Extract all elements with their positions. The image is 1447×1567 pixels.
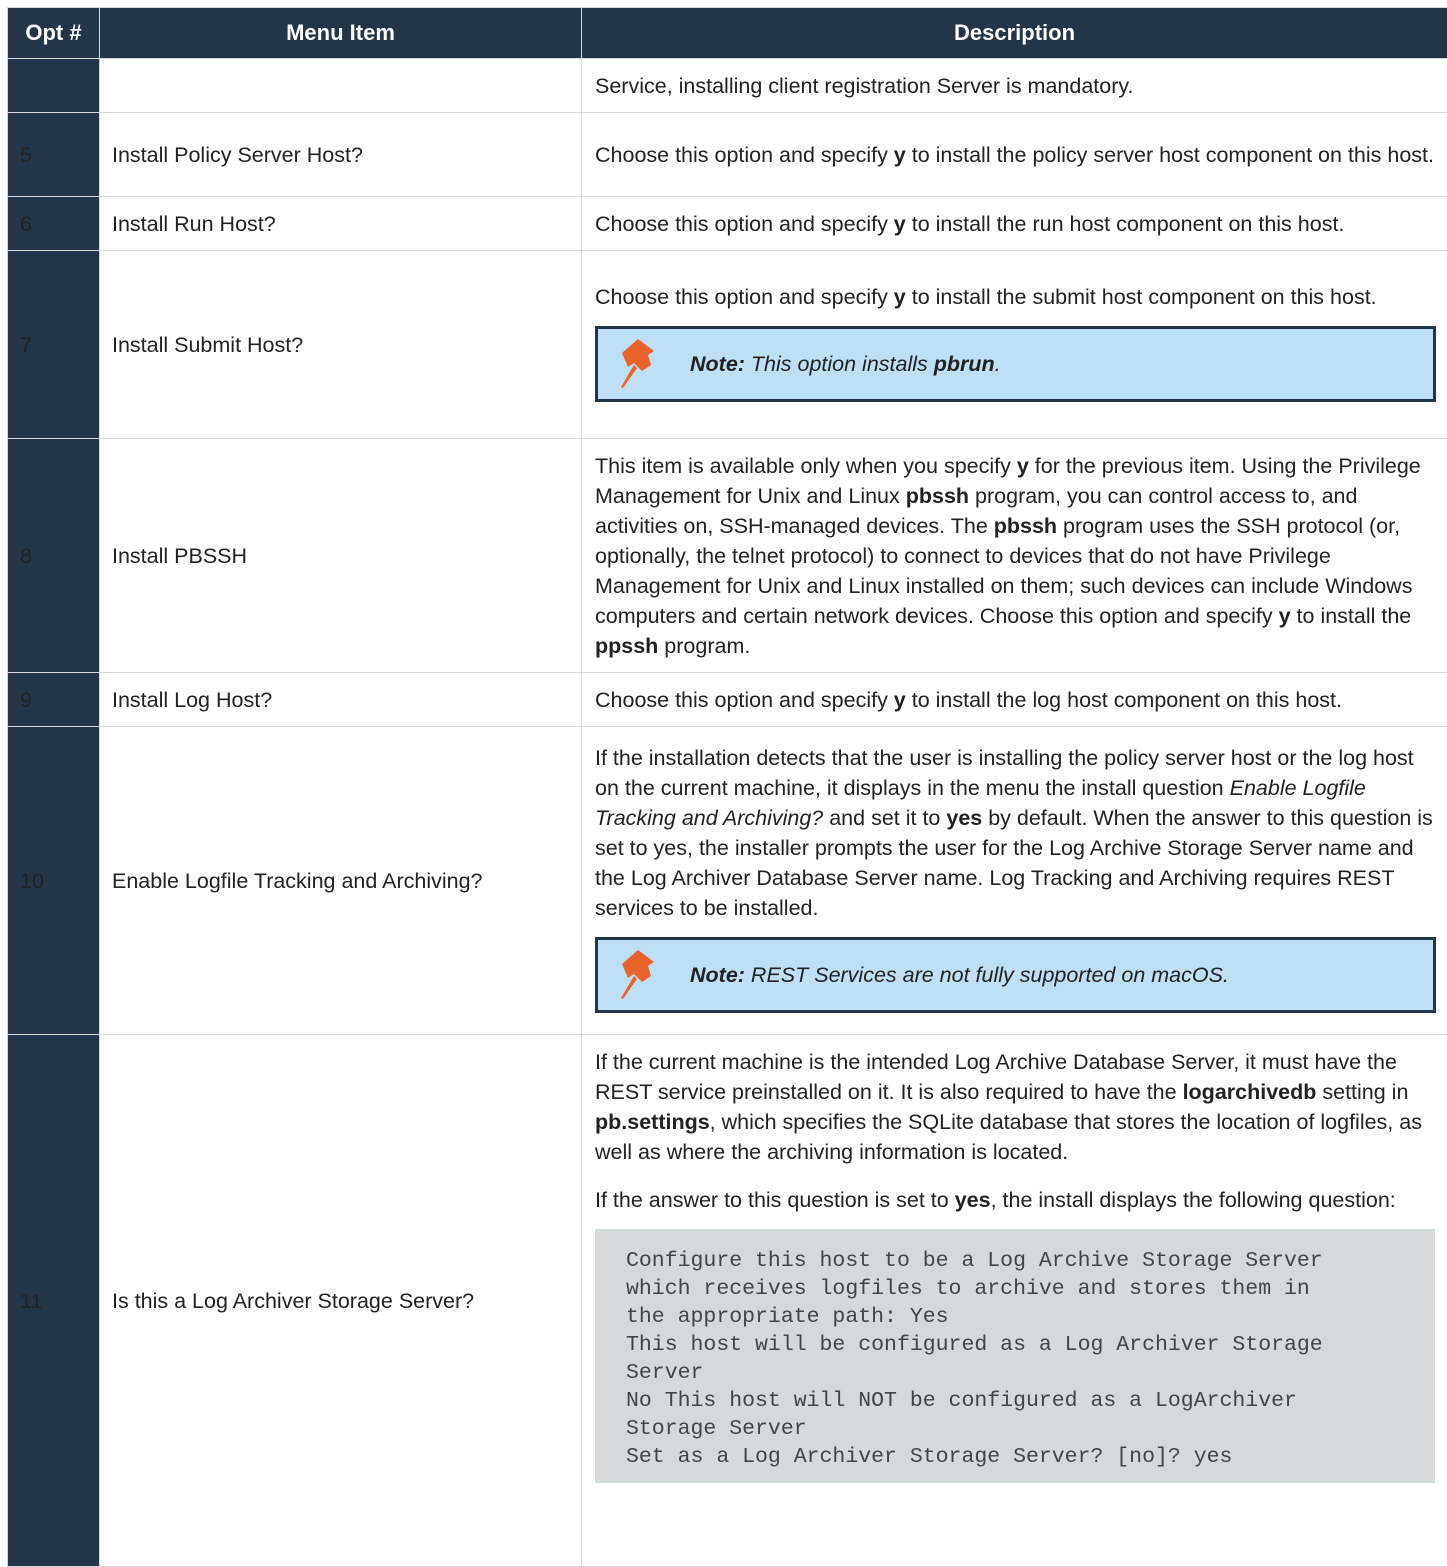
header-row: Opt # Menu Item Description [8, 8, 1447, 59]
table-row: 11 Is this a Log Archiver Storage Server… [8, 1035, 1447, 1567]
note-box: Note: This option installs pbrun. [595, 326, 1436, 402]
table-row: 9 Install Log Host? Choose this option a… [8, 673, 1447, 727]
table-row: 6 Install Run Host? Choose this option a… [8, 197, 1447, 251]
description: This item is available only when you spe… [582, 439, 1447, 673]
opt-number [8, 59, 100, 113]
header-opt: Opt # [8, 8, 100, 59]
description: Choose this option and specify y to inst… [582, 251, 1447, 439]
opt-number: 7 [8, 251, 100, 439]
menu-item: Install Submit Host? [100, 251, 582, 439]
table-row: Service, installing client registration … [8, 59, 1447, 113]
description: If the installation detects that the use… [582, 727, 1447, 1035]
menu-item: Install Policy Server Host? [100, 113, 582, 197]
menu-item: Install Log Host? [100, 673, 582, 727]
opt-number: 6 [8, 197, 100, 251]
menu-item [100, 59, 582, 113]
code-block: Configure this host to be a Log Archive … [595, 1229, 1435, 1483]
pushpin-icon [618, 334, 678, 394]
menu-item: Is this a Log Archiver Storage Server? [100, 1035, 582, 1567]
options-table: Opt # Menu Item Description Service, ins… [7, 7, 1447, 1567]
description: If the current machine is the intended L… [582, 1035, 1447, 1567]
header-menu-item: Menu Item [100, 8, 582, 59]
table-row: 8 Install PBSSH This item is available o… [8, 439, 1447, 673]
description: Choose this option and specify y to inst… [582, 113, 1447, 197]
description: Service, installing client registration … [582, 59, 1447, 113]
description: Choose this option and specify y to inst… [582, 673, 1447, 727]
opt-number: 8 [8, 439, 100, 673]
note-box: Note: REST Services are not fully suppor… [595, 937, 1436, 1013]
opt-number: 10 [8, 727, 100, 1035]
opt-number: 9 [8, 673, 100, 727]
table-row: 5 Install Policy Server Host? Choose thi… [8, 113, 1447, 197]
table-row: 7 Install Submit Host? Choose this optio… [8, 251, 1447, 439]
opt-number: 5 [8, 113, 100, 197]
description: Choose this option and specify y to inst… [582, 197, 1447, 251]
opt-number: 11 [8, 1035, 100, 1567]
menu-item: Enable Logfile Tracking and Archiving? [100, 727, 582, 1035]
header-description: Description [582, 8, 1447, 59]
table-row: 10 Enable Logfile Tracking and Archiving… [8, 727, 1447, 1035]
menu-item: Install Run Host? [100, 197, 582, 251]
pushpin-icon [618, 945, 678, 1005]
menu-item: Install PBSSH [100, 439, 582, 673]
